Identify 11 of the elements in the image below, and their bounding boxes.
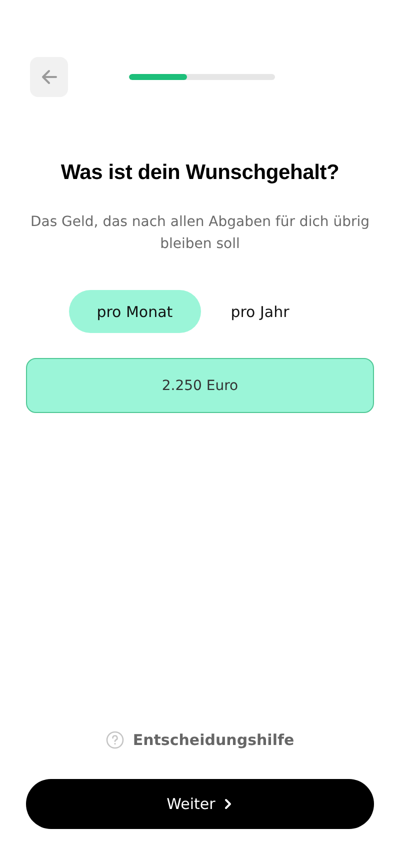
help-icon <box>106 731 124 749</box>
back-button[interactable] <box>30 57 68 97</box>
amount-field[interactable]: 2.250 Euro <box>26 358 374 413</box>
subtitle: Das Geld, das nach allen Abgaben für dich übrig bleiben soll <box>29 213 371 254</box>
page-title: Was ist dein Wunschgehalt? <box>60 161 340 185</box>
period-tab[interactable]: pro Jahr <box>208 290 312 333</box>
period-tab[interactable]: pro Monat <box>68 290 201 333</box>
back-arrow-icon <box>40 68 58 86</box>
next-button[interactable]: Weiter <box>26 779 374 829</box>
help-link[interactable]: Entscheidungshilfe <box>132 731 294 749</box>
chevron-right-icon <box>223 798 234 810</box>
